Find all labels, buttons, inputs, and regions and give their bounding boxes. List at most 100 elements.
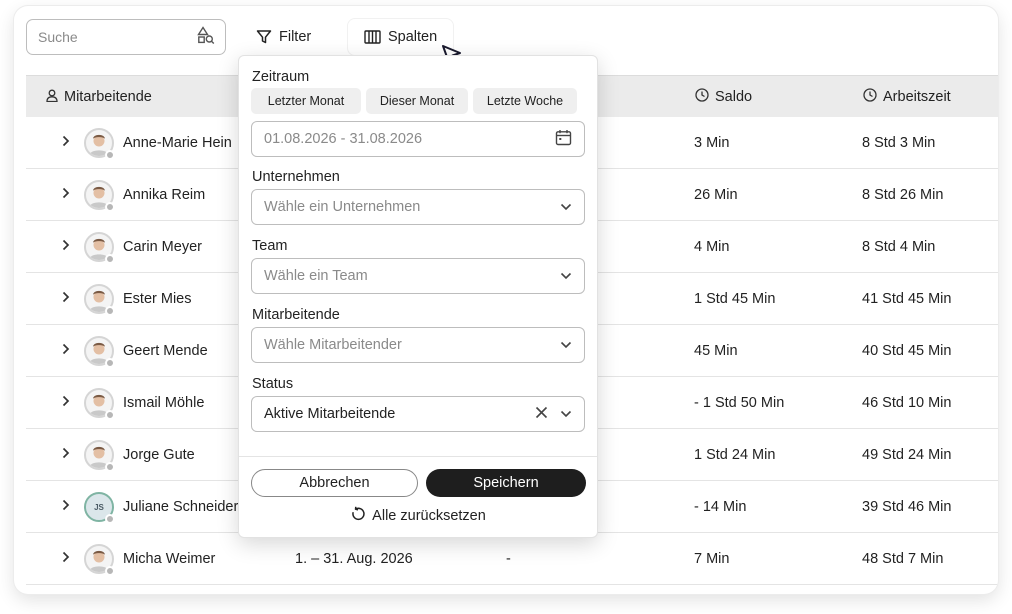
team-placeholder: Wähle ein Team	[264, 268, 368, 284]
columns-button[interactable]: Spalten	[348, 19, 454, 55]
employee-name[interactable]: Jorge Gute	[123, 429, 195, 481]
balance-cell: 45 Min	[694, 343, 738, 359]
expand-row-button[interactable]	[62, 429, 70, 481]
expand-row-button[interactable]	[62, 169, 70, 221]
expand-row-button[interactable]	[62, 481, 70, 533]
status-dot	[105, 306, 115, 316]
table-row[interactable]: Micha Weimer 1. – 31. Aug. 2026 - 7 Min …	[26, 533, 998, 585]
filter-button[interactable]: Filter	[256, 19, 312, 55]
status-value: Aktive Mitarbeitende	[264, 406, 396, 422]
balance-cell: 1 Std 45 Min	[694, 291, 776, 307]
filter-popup: Zeitraum Letzter Monat Dieser Monat Letz…	[238, 55, 598, 538]
expand-row-button[interactable]	[62, 533, 70, 585]
employees-select[interactable]: Wähle Mitarbeitender	[251, 327, 585, 363]
search-input[interactable]	[38, 29, 178, 45]
columns-label: Spalten	[388, 29, 438, 45]
employee-name[interactable]: Juliane Schneider	[123, 481, 238, 533]
work-time-cell: 8 Std 26 Min	[862, 187, 944, 203]
clock-icon	[863, 88, 877, 106]
chevron-right-icon	[62, 135, 70, 151]
chevron-down-icon	[560, 337, 572, 353]
reset-icon	[350, 506, 366, 526]
reset-label: Alle zurücksetzen	[372, 508, 486, 524]
employee-name[interactable]: Carin Meyer	[123, 221, 202, 273]
person-icon	[46, 89, 58, 106]
search-shapes-icon	[197, 25, 215, 49]
employee-name[interactable]: Ester Mies	[123, 273, 192, 325]
status-select[interactable]: Aktive Mitarbeitende	[251, 396, 585, 432]
chevron-down-icon[interactable]	[560, 406, 572, 422]
status-dot	[105, 150, 115, 160]
chip-last-month[interactable]: Letzter Monat	[251, 88, 361, 114]
status-dot	[105, 514, 115, 524]
calendar-icon[interactable]	[555, 129, 572, 150]
employees-placeholder: Wähle Mitarbeitender	[264, 337, 402, 353]
employee-name[interactable]: Geert Mende	[123, 325, 208, 377]
chip-this-month[interactable]: Dieser Monat	[366, 88, 468, 114]
status-dot	[105, 462, 115, 472]
funnel-icon	[256, 29, 272, 45]
status-dot	[105, 358, 115, 368]
balance-cell: - 14 Min	[694, 499, 747, 515]
employee-name[interactable]: Annika Reim	[123, 169, 205, 221]
work-time-cell: 41 Std 45 Min	[862, 291, 952, 307]
chevron-right-icon	[62, 447, 70, 463]
work-time-cell: 8 Std 3 Min	[862, 135, 936, 151]
team-select[interactable]: Wähle ein Team	[251, 258, 585, 294]
save-button[interactable]: Speichern	[426, 469, 586, 497]
period-cell: 1. – 31. Aug. 2026	[295, 551, 413, 567]
expand-row-button[interactable]	[62, 377, 70, 429]
team-label: Team	[252, 238, 288, 254]
chip-last-week[interactable]: Letzte Woche	[473, 88, 577, 114]
balance-cell: - 1 Std 50 Min	[694, 395, 785, 411]
work-time-cell: 46 Std 10 Min	[862, 395, 952, 411]
work-time-cell: 40 Std 45 Min	[862, 343, 952, 359]
filter-label: Filter	[279, 29, 312, 45]
balance-cell: 4 Min	[694, 239, 730, 255]
chevron-down-icon	[560, 268, 572, 284]
company-label: Unternehmen	[252, 169, 340, 185]
employee-name[interactable]: Micha Weimer	[123, 533, 215, 585]
work-time-cell: 48 Std 7 Min	[862, 551, 944, 567]
balance-cell: 1 Std 24 Min	[694, 447, 776, 463]
chevron-down-icon	[560, 199, 572, 215]
chevron-right-icon	[62, 239, 70, 255]
chevron-right-icon	[62, 291, 70, 307]
status-dot	[105, 410, 115, 420]
expand-row-button[interactable]	[62, 273, 70, 325]
search-field[interactable]	[26, 19, 226, 55]
column-header-employee[interactable]: Mitarbeitende	[46, 76, 152, 118]
column-header-balance[interactable]: Saldo	[695, 76, 752, 118]
date-range-field[interactable]: 01.08.2026 - 31.08.2026	[251, 121, 585, 157]
status-label: Status	[252, 376, 294, 392]
work-time-cell: 39 Std 46 Min	[862, 499, 952, 515]
company-placeholder: Wähle ein Unternehmen	[264, 199, 421, 215]
status-dot	[105, 254, 115, 264]
close-icon[interactable]	[535, 406, 548, 423]
expand-row-button[interactable]	[62, 117, 70, 169]
column-header-work-time[interactable]: Arbeitszeit	[863, 76, 951, 118]
status-dot	[105, 202, 115, 212]
balance-cell: 7 Min	[694, 551, 730, 567]
employee-name[interactable]: Anne-Marie Hein	[123, 117, 232, 169]
work-time-cell: 8 Std 4 Min	[862, 239, 936, 255]
chevron-right-icon	[62, 343, 70, 359]
expand-row-button[interactable]	[62, 325, 70, 377]
period-label: Zeitraum	[252, 69, 310, 85]
company-select[interactable]: Wähle ein Unternehmen	[251, 189, 585, 225]
reset-all-button[interactable]: Alle zurücksetzen	[239, 506, 597, 526]
cancel-button[interactable]: Abbrechen	[251, 469, 418, 497]
balance-cell: 26 Min	[694, 187, 738, 203]
balance-cell: 3 Min	[694, 135, 730, 151]
clock-icon	[695, 88, 709, 106]
chevron-right-icon	[62, 395, 70, 411]
columns-icon	[364, 30, 381, 44]
expand-row-button[interactable]	[62, 221, 70, 273]
employees-label: Mitarbeitende	[252, 307, 340, 323]
extra-cell: -	[506, 551, 511, 567]
chevron-right-icon	[62, 499, 70, 515]
employee-name[interactable]: Ismail Möhle	[123, 377, 204, 429]
chevron-right-icon	[62, 187, 70, 203]
chevron-right-icon	[62, 551, 70, 567]
popup-divider	[239, 456, 597, 457]
